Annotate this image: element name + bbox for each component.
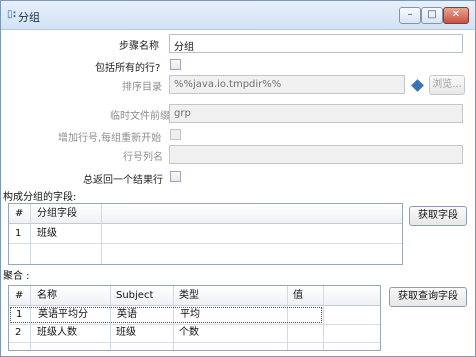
temp-prefix-label: 临时文件前缀 xyxy=(110,111,170,122)
add-linenr-label: 增加行号,每组重新开始 xyxy=(58,133,162,144)
aggregation-table: # 名称 Subject 类型 值 1 英语平均分 英语 平均 2 班级人数 班… xyxy=(8,285,381,351)
group-fields-title: 构成分组的字段: xyxy=(3,192,77,203)
group-fields-table: # 分组字段 1 班级 xyxy=(8,203,403,265)
group-col-num: # xyxy=(15,208,24,219)
agg-col-value: 值 xyxy=(293,290,303,301)
agg-col-type: 类型 xyxy=(179,290,199,301)
always-one-row-label: 总返回一个结果行 xyxy=(83,175,163,186)
agg-col-num: # xyxy=(15,290,24,301)
variable-diamond-icon xyxy=(411,79,424,92)
agg-row-name[interactable]: 班级人数 xyxy=(33,325,77,341)
agg-table-header: # 名称 Subject 类型 值 xyxy=(9,286,380,306)
linenr-field-label: 行号列名 xyxy=(123,152,163,163)
close-button[interactable]: ✕ xyxy=(443,7,469,24)
agg-col-subject: Subject xyxy=(116,290,154,301)
agg-row-type[interactable]: 个数 xyxy=(175,325,199,341)
aggregation-title: 聚合 : xyxy=(3,271,30,282)
include-all-rows-checkbox[interactable] xyxy=(170,59,181,70)
always-one-row-checkbox[interactable] xyxy=(170,171,181,182)
step-name-label: 步骤名称 xyxy=(119,41,159,52)
table-row[interactable]: 2 班级人数 班级 个数 xyxy=(10,325,322,341)
group-row-field[interactable]: 班级 xyxy=(33,226,57,242)
browse-button[interactable]: 浏览... xyxy=(429,75,465,95)
agg-row-subject[interactable]: 班级 xyxy=(112,325,136,341)
window-title: 分组 xyxy=(18,11,40,24)
agg-row-name[interactable]: 英语平均分 xyxy=(34,307,88,323)
dialog-window: ▯: 分组 – □ ✕ 步骤名称 分组 包括所有的行? 排序目录 %%java.… xyxy=(0,0,476,357)
agg-row-subject[interactable]: 英语 xyxy=(113,307,137,323)
get-lookup-fields-button[interactable]: 获取查询字段 xyxy=(389,287,467,307)
minimize-button[interactable]: – xyxy=(399,7,421,24)
add-linenr-checkbox[interactable] xyxy=(170,129,181,140)
dialog-content: 步骤名称 分组 包括所有的行? 排序目录 %%java.io.tmpdir%% … xyxy=(1,30,475,356)
agg-row-num: 2 xyxy=(15,327,22,338)
linenr-field-input[interactable] xyxy=(169,145,463,164)
agg-row-type[interactable]: 平均 xyxy=(176,307,200,323)
sort-dir-input[interactable]: %%java.io.tmpdir%% xyxy=(169,75,405,94)
title-bar: ▯: 分组 – □ ✕ xyxy=(1,1,475,30)
agg-col-name: 名称 xyxy=(37,290,57,301)
group-table-header: # 分组字段 xyxy=(9,204,402,224)
group-row-num: 1 xyxy=(15,228,22,239)
sort-dir-label: 排序目录 xyxy=(122,82,162,93)
table-row[interactable]: 1 英语平均分 英语 平均 xyxy=(10,307,322,323)
maximize-button[interactable]: □ xyxy=(421,7,443,24)
step-name-input[interactable]: 分组 xyxy=(169,34,463,53)
step-icon: ▯: xyxy=(7,9,17,20)
agg-row-num: 1 xyxy=(16,309,23,320)
group-col-field: 分组字段 xyxy=(37,208,77,219)
temp-prefix-input[interactable]: grp xyxy=(169,104,463,123)
get-fields-button[interactable]: 获取字段 xyxy=(409,206,467,226)
include-all-rows-label: 包括所有的行? xyxy=(95,63,161,74)
